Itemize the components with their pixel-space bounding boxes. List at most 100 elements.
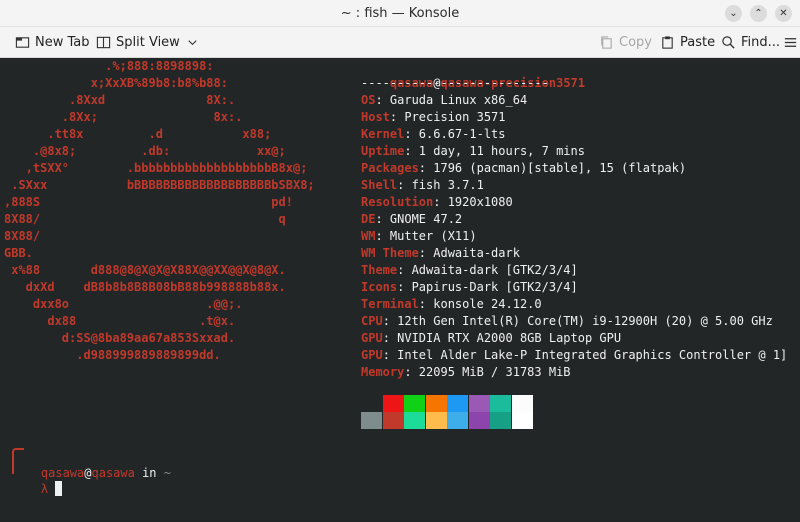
info-value: : 1 day, 11 hours, 7 mins [404,144,585,158]
color-swatch [490,412,511,429]
info-value: : NVIDIA RTX A2000 8GB Laptop GPU [382,331,622,345]
ascii-logo-line: GBB. [4,246,33,260]
ascii-logo-line: .%;888:8898898: [4,59,214,73]
color-swatch [447,412,468,429]
paste-icon [659,34,675,50]
info-key: GPU [361,348,383,362]
color-swatch [404,412,425,429]
close-button[interactable]: ✕ [775,5,792,22]
separator-line: -------------------------- [361,76,549,90]
minimize-button[interactable]: ⌄ [725,5,742,22]
info-key: CPU [361,314,383,328]
color-swatch [361,412,382,429]
ascii-logo-line: ,888S pd! [4,195,293,209]
ascii-logo-line: d:SS@8ba89aa67a853Sxxad. [4,331,236,345]
ascii-logo-line: dxXd dB8b8b8B8B08bB88b998888b88x. [4,280,286,294]
chevron-down-icon [185,34,201,50]
copy-icon [598,34,614,50]
prompt-in: in [134,466,164,480]
info-line: Uptime: 1 day, 11 hours, 7 mins [361,143,585,160]
hamburger-menu-icon [782,34,798,50]
copy-button[interactable]: Copy [594,29,656,55]
new-tab-label: New Tab [35,34,90,50]
info-key: WM Theme [361,246,419,260]
info-key: Uptime [361,144,405,158]
prompt-dir: ~ [163,466,171,480]
info-line: DE: GNOME 47.2 [361,211,462,228]
split-view-icon [95,34,111,50]
new-tab-icon [14,34,30,50]
ascii-logo-line: .d988999889889899dd. [4,348,221,362]
ascii-logo-line: 8X88/ q [4,212,286,226]
find-label: Find... [741,34,781,50]
prompt-host: qasawa [91,466,135,480]
color-swatch [468,412,490,429]
ascii-logo-line: .8Xxd 8X:. [4,93,236,107]
ascii-logo-line: x;XxXB%89b8:b8%b88: [4,76,228,90]
info-value: : 22095 MiB / 31783 MiB [404,365,571,379]
color-swatch [382,395,404,412]
info-key: Resolution [361,195,434,209]
info-line: Host: Precision 3571 [361,109,506,126]
lambda-icon: λ [40,482,49,496]
split-view-button[interactable]: Split View [91,29,205,55]
info-line: GPU: Intel Alder Lake-P Integrated Graph… [361,347,787,364]
info-key: Icons [361,280,398,294]
maximize-button[interactable]: ⌃ [750,5,767,22]
user-host-line: qasawa@qasawa-precision3571 [361,58,585,90]
info-value: : Intel Alder Lake-P Integrated Graphics… [382,348,788,362]
info-value: : 1920x1080 [433,195,513,209]
paste-label: Paste [680,34,716,50]
info-key: Memory [361,365,405,379]
search-icon [720,34,736,50]
color-swatch [361,395,382,412]
info-key: Shell [361,178,398,192]
ascii-logo-line: dx88 .t@x. [4,314,236,328]
info-value: : Papirus-Dark [GTK2/3/4] [397,280,578,294]
find-button[interactable]: Find... [716,29,784,55]
text-cursor [55,481,63,496]
info-line: Resolution: 1920x1080 [361,194,513,211]
split-view-label: Split View [116,34,180,50]
info-value: : GNOME 47.2 [375,212,463,226]
color-swatch [447,395,468,412]
info-value: : fish 3.7.1 [397,178,484,192]
color-swatch [490,395,511,412]
info-value: : 1796 (pacman)[stable], 15 (flatpak) [418,161,687,175]
color-swatch [382,412,404,429]
prompt-bracket [12,448,24,474]
color-swatch [425,395,447,412]
info-line: Memory: 22095 MiB / 31783 MiB [361,364,571,381]
ascii-logo-line: .@8x8; .db: xx@; [4,144,286,158]
info-line: GPU: NVIDIA RTX A2000 8GB Laptop GPU [361,330,621,347]
info-value: : Precision 3571 [389,110,506,124]
paste-button[interactable]: Paste [655,29,719,55]
color-swatch [468,395,490,412]
ascii-logo-line: .SXxx bBBBBBBBBBBBBBBBBBBBbSBX8; [4,178,315,192]
info-key: OS [361,93,376,107]
info-value: : 12th Gen Intel(R) Core(TM) i9-12900H (… [382,314,773,328]
ascii-logo-line: ,tSXX° .bbbbbbbbbbbbbbbbbbbB8x@; [4,161,308,175]
info-value: : Adwaita-dark [GTK2/3/4] [397,263,578,277]
copy-label: Copy [619,34,652,50]
info-line: Kernel: 6.6.67-1-lts [361,126,506,143]
info-value: : Adwaita-dark [418,246,520,260]
window-title: ~ : fish — Konsole [340,5,460,21]
info-value: : Garuda Linux x86_64 [375,93,528,107]
info-key: GPU [361,331,383,345]
info-value: : 6.6.67-1-lts [404,127,506,141]
info-line: WM: Mutter (X11) [361,228,477,245]
menu-button[interactable] [778,29,800,55]
toolbar: New Tab Split View Copy Paste Find... [0,27,800,58]
color-swatch [425,412,447,429]
info-key: Terminal [361,297,419,311]
terminal-view[interactable]: .%;888:8898898: x;XxXB%89b8:b8%b88: .8Xx… [0,58,800,522]
title-bar: ~ : fish — Konsole ⌄ ⌃ ✕ [0,0,800,27]
ascii-logo-line: .8Xx; 8x:. [4,110,243,124]
ascii-logo-line: .tt8x .d x88; [4,127,272,141]
info-line: CPU: 12th Gen Intel(R) Core(TM) i9-12900… [361,313,773,330]
new-tab-button[interactable]: New Tab [10,29,94,55]
info-line: Theme: Adwaita-dark [GTK2/3/4] [361,262,578,279]
info-key: WM [361,229,376,243]
window-controls: ⌄ ⌃ ✕ [725,5,792,22]
